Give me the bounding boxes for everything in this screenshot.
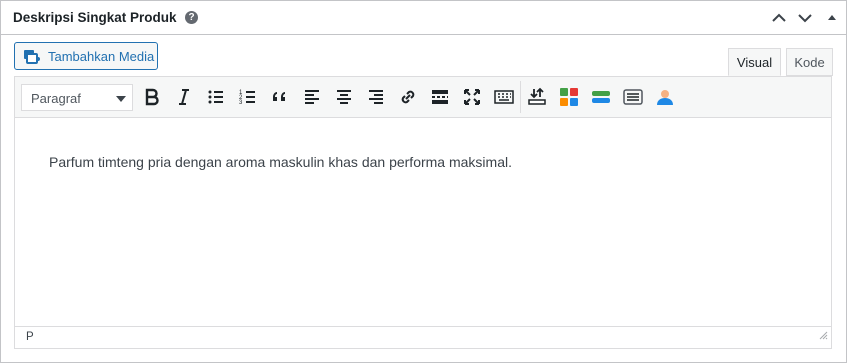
insert-link-button[interactable] xyxy=(397,86,419,108)
italic-button[interactable] xyxy=(173,86,195,108)
format-select-value: Paragraf xyxy=(31,91,81,106)
chevron-down-icon xyxy=(798,14,812,23)
keyboard-icon xyxy=(494,90,514,104)
widgets-grid-button[interactable] xyxy=(558,86,580,108)
widgets-grid-icon xyxy=(560,88,578,106)
align-center-button[interactable] xyxy=(333,86,355,108)
move-up-button[interactable] xyxy=(769,8,789,28)
dropdown-arrow-icon xyxy=(116,96,126,102)
align-right-button[interactable] xyxy=(365,86,387,108)
user-upload-button[interactable] xyxy=(654,86,676,108)
triangle-up-icon xyxy=(828,15,836,20)
editor-area: Paragraf 123 Parfum timteng pria dengan … xyxy=(14,76,832,349)
blockquote-icon xyxy=(273,92,285,101)
table-icon xyxy=(623,89,643,105)
bold-button[interactable] xyxy=(141,86,163,108)
blockquote-button[interactable] xyxy=(269,86,291,108)
table-button[interactable] xyxy=(622,86,644,108)
align-right-icon xyxy=(369,90,383,104)
metabox-title: Deskripsi Singkat Produk xyxy=(13,10,177,25)
numbered-list-icon: 123 xyxy=(239,90,255,106)
align-center-icon xyxy=(337,90,351,104)
import-button[interactable] xyxy=(526,86,548,108)
chevron-up-icon xyxy=(772,13,786,22)
read-more-icon xyxy=(432,90,448,104)
fullscreen-icon xyxy=(464,89,480,105)
bold-icon xyxy=(145,88,159,106)
import-icon xyxy=(528,87,546,105)
bulleted-list-button[interactable] xyxy=(205,86,227,108)
form-button[interactable] xyxy=(590,86,612,108)
link-icon xyxy=(401,90,415,104)
svg-text:3: 3 xyxy=(239,100,243,106)
add-media-button[interactable]: Tambahkan Media xyxy=(14,42,158,70)
element-path[interactable]: P xyxy=(26,331,34,343)
align-left-button[interactable] xyxy=(301,86,323,108)
align-left-icon xyxy=(305,90,319,104)
metabox-header: Deskripsi Singkat Produk ? xyxy=(1,1,846,35)
italic-icon xyxy=(179,89,189,105)
editor-toolbar: Paragraf 123 xyxy=(15,77,831,118)
toolbar-separator xyxy=(520,81,521,113)
editor-content[interactable]: Parfum timteng pria dengan aroma maskuli… xyxy=(49,154,512,170)
collapse-toggle-button[interactable] xyxy=(823,8,843,28)
user-icon xyxy=(657,90,673,105)
help-icon[interactable]: ? xyxy=(185,11,198,24)
editor-statusbar: P xyxy=(15,326,831,348)
media-icon xyxy=(23,49,41,68)
resize-handle[interactable] xyxy=(819,327,828,345)
form-icon xyxy=(592,91,610,103)
format-select[interactable]: Paragraf xyxy=(21,84,133,111)
numbered-list-button[interactable]: 123 xyxy=(237,86,259,108)
tab-visual[interactable]: Visual xyxy=(728,48,781,76)
toolbar-toggle-button[interactable] xyxy=(493,86,515,108)
tab-kode[interactable]: Kode xyxy=(786,48,833,76)
add-media-label: Tambahkan Media xyxy=(48,49,155,64)
fullscreen-button[interactable] xyxy=(461,86,483,108)
read-more-button[interactable] xyxy=(429,86,451,108)
resize-grip-icon xyxy=(819,331,828,340)
bulleted-list-icon xyxy=(208,90,223,104)
move-down-button[interactable] xyxy=(795,8,815,28)
short-description-metabox: Deskripsi Singkat Produk ? Tambahkan Med… xyxy=(0,0,847,363)
